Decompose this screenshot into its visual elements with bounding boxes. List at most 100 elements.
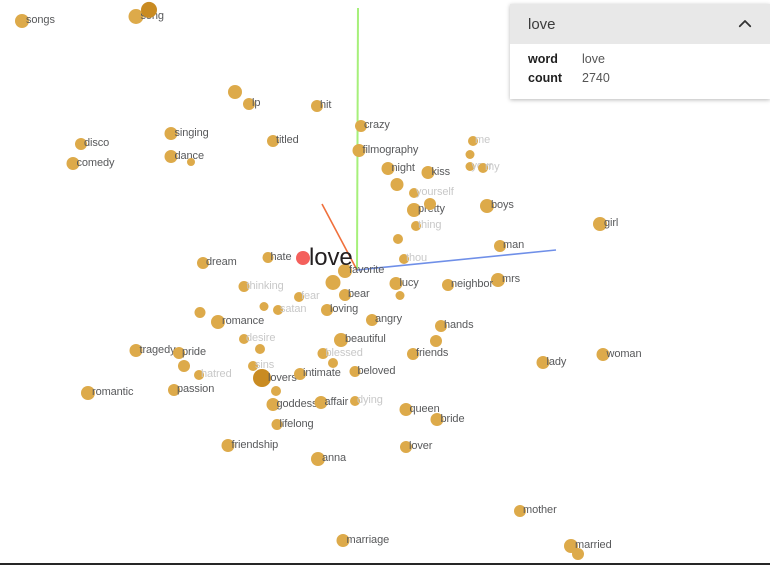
point-label: friendship xyxy=(231,439,279,452)
scatter-point[interactable] xyxy=(271,383,281,399)
chevron-up-icon[interactable] xyxy=(736,15,754,33)
scatter-point[interactable]: lp xyxy=(243,96,260,112)
point-label: romance xyxy=(222,315,265,328)
scatter-point[interactable] xyxy=(395,288,405,304)
green-axis xyxy=(356,7,359,271)
point-dot[interactable] xyxy=(424,197,436,210)
scatter-point[interactable]: man xyxy=(494,238,524,254)
scatter-point[interactable]: songs xyxy=(15,13,55,29)
scatter-point[interactable]: mother xyxy=(514,503,557,519)
scatter-point[interactable] xyxy=(572,546,584,562)
point-dot[interactable] xyxy=(228,84,242,99)
scatter-point[interactable]: lady xyxy=(536,355,566,371)
point-dot[interactable] xyxy=(187,157,195,166)
scatter-point[interactable]: mrs xyxy=(491,272,520,288)
point-dot[interactable] xyxy=(465,150,475,160)
point-label: songs xyxy=(26,14,55,27)
scatter-point[interactable] xyxy=(390,177,404,193)
point-dot[interactable] xyxy=(430,334,442,347)
scatter-point[interactable]: blessed xyxy=(317,346,363,362)
scatter-point[interactable]: titled xyxy=(267,133,299,149)
scatter-point[interactable]: bear xyxy=(339,287,370,303)
scatter-point[interactable]: marriage xyxy=(336,533,389,549)
scatter-point[interactable]: affair xyxy=(314,395,348,411)
scatter-point[interactable] xyxy=(228,84,242,100)
scatter-point[interactable]: girl xyxy=(593,216,618,232)
point-label: bride xyxy=(440,413,465,426)
point-dot[interactable] xyxy=(395,291,405,301)
point-dot[interactable] xyxy=(572,547,584,560)
scatter-point[interactable]: boys xyxy=(480,198,514,214)
point-label: lifelong xyxy=(279,418,314,431)
point-dot[interactable] xyxy=(271,385,281,396)
point-label: thou xyxy=(406,252,428,265)
scatter-point[interactable]: hatred xyxy=(194,367,232,383)
info-panel[interactable]: love word love count 2740 xyxy=(510,4,770,99)
scatter-point[interactable]: lifelong xyxy=(271,417,314,433)
scatter-point[interactable]: loving xyxy=(321,302,358,318)
point-dot[interactable] xyxy=(194,307,206,319)
scatter-point[interactable] xyxy=(393,231,403,247)
scatter-point[interactable]: passion xyxy=(168,382,214,398)
point-dot[interactable] xyxy=(255,343,265,354)
scatter-point[interactable]: thinking xyxy=(238,279,284,295)
scatter-point[interactable]: romance xyxy=(211,314,264,330)
scatter-point[interactable]: comedy xyxy=(66,156,115,172)
point-dot[interactable] xyxy=(390,178,404,192)
point-label: bear xyxy=(348,288,370,301)
scatter-point[interactable]: hands xyxy=(435,318,474,334)
point-label: mrs xyxy=(502,273,521,286)
scatter-point[interactable] xyxy=(255,341,265,357)
info-row-key: count xyxy=(528,71,563,85)
scatter-point[interactable]: lover xyxy=(400,439,432,455)
scatter-point[interactable]: hate xyxy=(262,250,292,266)
scatter-point[interactable]: bride xyxy=(430,412,465,428)
scatter-point[interactable]: goddess xyxy=(266,397,317,413)
point-dot[interactable] xyxy=(296,251,310,265)
scatter-point[interactable]: singing xyxy=(164,126,209,142)
scatter-point[interactable] xyxy=(141,1,157,18)
point-dot[interactable] xyxy=(393,233,403,244)
point-dot[interactable] xyxy=(328,357,338,368)
point-label: mother xyxy=(523,504,557,517)
point-label: dream xyxy=(206,256,237,269)
scatter-point[interactable] xyxy=(430,333,442,349)
scatter-point[interactable] xyxy=(178,358,190,374)
scatter-point[interactable]: night xyxy=(381,161,415,177)
point-label: singing xyxy=(174,127,209,140)
scatter-point[interactable]: dance xyxy=(164,149,204,165)
scatter-point[interactable] xyxy=(187,154,195,170)
scatter-point[interactable]: friendship xyxy=(221,438,279,454)
scatter-point[interactable] xyxy=(194,305,206,321)
point-label: boys xyxy=(491,199,514,212)
scatter-point[interactable]: anna xyxy=(311,451,346,467)
scatter-point[interactable]: dying xyxy=(350,393,383,409)
scatter-point[interactable]: crazy xyxy=(355,118,390,134)
scatter-point[interactable]: beloved xyxy=(349,364,395,380)
scatter-point[interactable]: woman xyxy=(596,347,642,363)
info-panel-header[interactable]: love xyxy=(510,4,770,44)
scatter-point[interactable]: hit xyxy=(311,98,331,114)
scatter-point[interactable] xyxy=(424,196,436,212)
point-label: thing xyxy=(418,219,442,232)
scatter-point[interactable]: tragedy xyxy=(129,343,176,359)
scatter-point[interactable]: thing xyxy=(411,218,441,234)
scatter-point[interactable] xyxy=(328,355,338,371)
point-dot[interactable] xyxy=(178,359,190,372)
scatter-point[interactable]: filmography xyxy=(352,143,418,159)
scatter-point[interactable] xyxy=(259,299,269,315)
scatter-point[interactable] xyxy=(465,147,475,163)
focus-point[interactable]: love xyxy=(296,246,353,270)
scatter-point[interactable]: angry xyxy=(366,312,402,328)
scatter-point[interactable]: friends xyxy=(407,346,448,362)
scatter-point[interactable]: my xyxy=(478,160,500,176)
scatter-point[interactable]: kiss xyxy=(421,165,450,181)
scatter-point[interactable]: neighbor xyxy=(442,277,493,293)
scatter-point[interactable]: thou xyxy=(399,251,427,267)
scatter-point[interactable]: romantic xyxy=(81,385,133,401)
scatter-point[interactable]: dream xyxy=(197,255,237,271)
scatter-point[interactable]: satan xyxy=(273,302,307,318)
point-dot[interactable] xyxy=(259,302,269,312)
point-dot[interactable] xyxy=(141,1,157,18)
scatter-point[interactable]: disco xyxy=(75,136,109,152)
